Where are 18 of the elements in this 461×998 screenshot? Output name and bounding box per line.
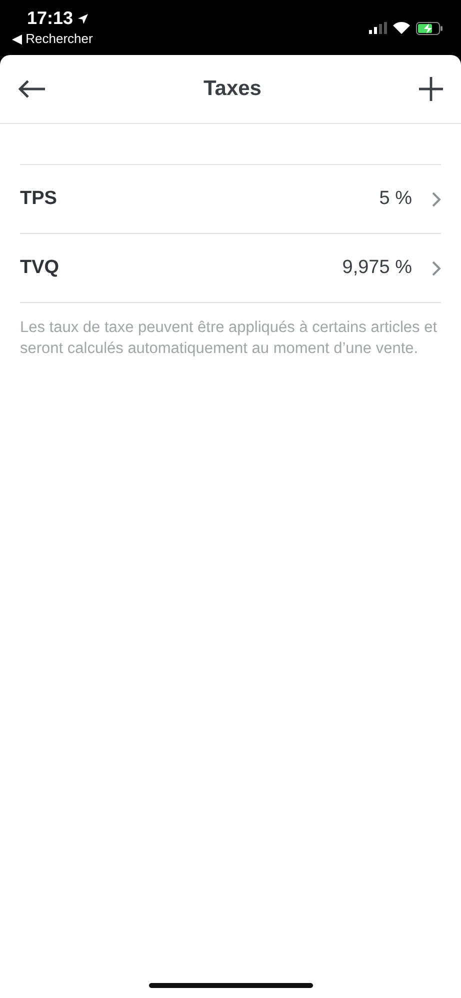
tax-rate: 5 % xyxy=(379,188,412,210)
wifi-icon xyxy=(393,22,410,34)
tax-name: TPS xyxy=(20,188,58,210)
chevron-right-icon xyxy=(432,192,441,206)
signal-icon xyxy=(369,22,387,34)
chevron-right-icon xyxy=(432,260,441,276)
page-title: Taxes xyxy=(204,77,262,101)
tax-row[interactable]: TVQ 9,975 % xyxy=(20,234,441,303)
back-to-app-link[interactable]: ◀ Rechercher xyxy=(12,31,93,47)
footnote: Les taux de taxe peuvent être appliqués à certains articles et seront calculés automatiquement au moment d’une vente. xyxy=(20,318,438,359)
location-arrow-icon xyxy=(77,12,90,24)
status-time: 17:13 xyxy=(12,8,93,29)
tax-name: TVQ xyxy=(20,257,60,279)
add-icon[interactable] xyxy=(419,77,443,101)
battery-charging-icon xyxy=(416,22,443,34)
tax-row[interactable]: TPS 5 % xyxy=(20,165,441,234)
back-icon[interactable] xyxy=(18,79,46,99)
tax-rate: 9,975 % xyxy=(342,257,412,279)
